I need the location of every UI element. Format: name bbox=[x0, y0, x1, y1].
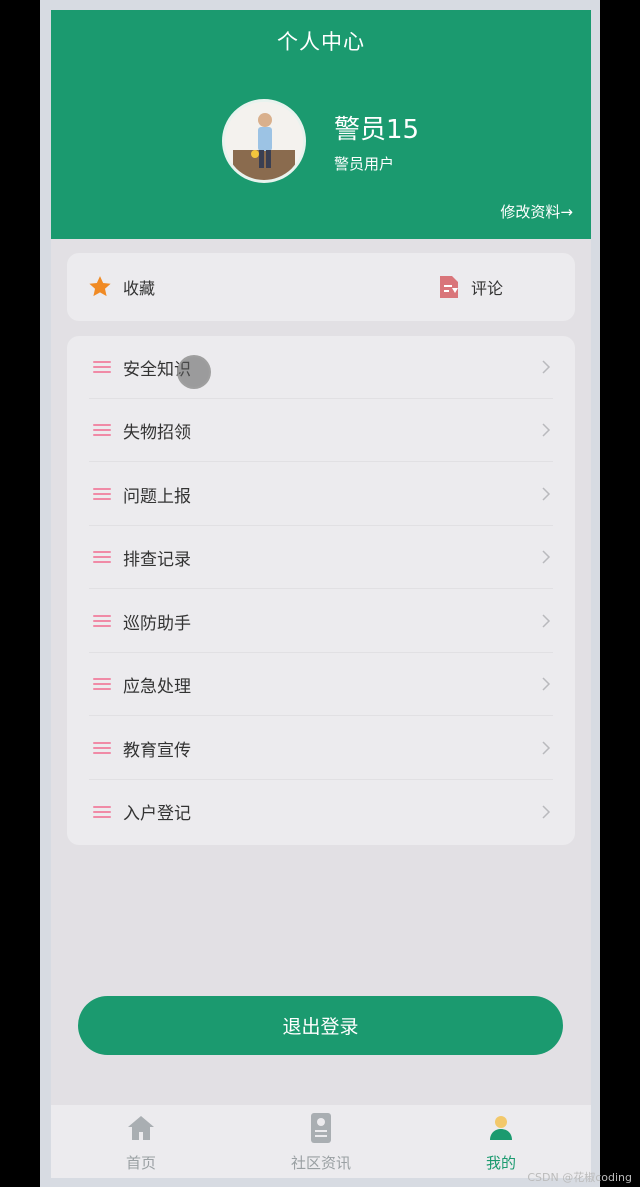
list-icon bbox=[93, 548, 111, 566]
chevron-right-icon bbox=[542, 487, 551, 501]
menu-item-education-publicity[interactable]: 教育宣传 bbox=[89, 717, 553, 780]
menu-item-lost-found[interactable]: 失物招领 bbox=[89, 399, 553, 462]
news-icon bbox=[311, 1113, 331, 1143]
menu-item-inspection-records[interactable]: 排查记录 bbox=[89, 526, 553, 589]
menu-list: 安全知识 失物招领 问题上报 排查记录 巡防助手 应急处理 教育宣传 入户登记 bbox=[67, 336, 575, 845]
menu-item-label: 问题上报 bbox=[123, 486, 191, 507]
favorites-label: 收藏 bbox=[123, 279, 156, 298]
comments-button[interactable]: 评论 bbox=[437, 253, 503, 321]
bottom-tab-bar: 首页 社区资讯 我的 bbox=[51, 1105, 591, 1178]
watermark: CSDN @花椒coding bbox=[527, 1171, 632, 1184]
list-icon bbox=[93, 739, 111, 757]
tab-label: 首页 bbox=[125, 1154, 156, 1172]
tab-mine[interactable]: 我的 bbox=[411, 1105, 591, 1178]
comments-label: 评论 bbox=[471, 279, 504, 298]
logout-button[interactable]: 退出登录 bbox=[78, 996, 563, 1055]
menu-item-label: 教育宣传 bbox=[123, 740, 191, 761]
menu-item-label: 失物招领 bbox=[123, 422, 191, 443]
avatar-image bbox=[225, 102, 303, 180]
edit-profile-link[interactable]: 修改资料→ bbox=[500, 201, 573, 222]
chevron-right-icon bbox=[542, 423, 551, 437]
favorites-button[interactable]: 收藏 bbox=[87, 253, 155, 321]
chevron-right-icon bbox=[542, 677, 551, 691]
chevron-right-icon bbox=[542, 804, 551, 819]
list-icon bbox=[93, 675, 111, 693]
list-icon bbox=[93, 803, 111, 821]
profile-header: 个人中心 警员15 警员用户 修改资料→ bbox=[51, 10, 591, 239]
app-screen: 个人中心 警员15 警员用户 修改资料→ 收藏 评论 安全知识 失物招领 问题上… bbox=[51, 10, 591, 1178]
document-edit-icon bbox=[440, 276, 458, 298]
tab-community-news[interactable]: 社区资讯 bbox=[231, 1105, 411, 1178]
tab-label: 社区资讯 bbox=[290, 1154, 351, 1172]
menu-item-emergency-handling[interactable]: 应急处理 bbox=[89, 653, 553, 716]
menu-item-household-registration[interactable]: 入户登记 bbox=[89, 780, 553, 843]
menu-item-label: 入户登记 bbox=[123, 804, 191, 824]
menu-item-label: 排查记录 bbox=[123, 549, 191, 570]
avatar[interactable] bbox=[222, 99, 306, 183]
page-title: 个人中心 bbox=[277, 30, 365, 54]
chevron-right-icon bbox=[542, 614, 551, 628]
user-name: 警员15 bbox=[334, 115, 420, 145]
list-icon bbox=[93, 485, 111, 503]
chevron-right-icon bbox=[542, 741, 551, 755]
menu-item-label: 巡防助手 bbox=[123, 613, 191, 634]
menu-item-report-issue[interactable]: 问题上报 bbox=[89, 463, 553, 526]
menu-item-label: 应急处理 bbox=[123, 676, 191, 697]
quick-actions: 收藏 评论 bbox=[67, 253, 575, 321]
list-icon bbox=[93, 421, 111, 439]
tab-label: 我的 bbox=[485, 1154, 516, 1172]
user-role: 警员用户 bbox=[334, 155, 395, 173]
chevron-right-icon bbox=[542, 550, 551, 564]
list-icon bbox=[93, 612, 111, 630]
chevron-right-icon bbox=[542, 360, 551, 374]
menu-item-safety-knowledge[interactable]: 安全知识 bbox=[89, 336, 553, 399]
touch-indicator bbox=[177, 355, 211, 389]
home-icon bbox=[128, 1116, 154, 1140]
menu-item-patrol-assistant[interactable]: 巡防助手 bbox=[89, 590, 553, 653]
star-icon bbox=[89, 276, 111, 297]
user-icon bbox=[490, 1116, 512, 1140]
list-icon bbox=[93, 358, 111, 376]
tab-home[interactable]: 首页 bbox=[51, 1105, 231, 1178]
